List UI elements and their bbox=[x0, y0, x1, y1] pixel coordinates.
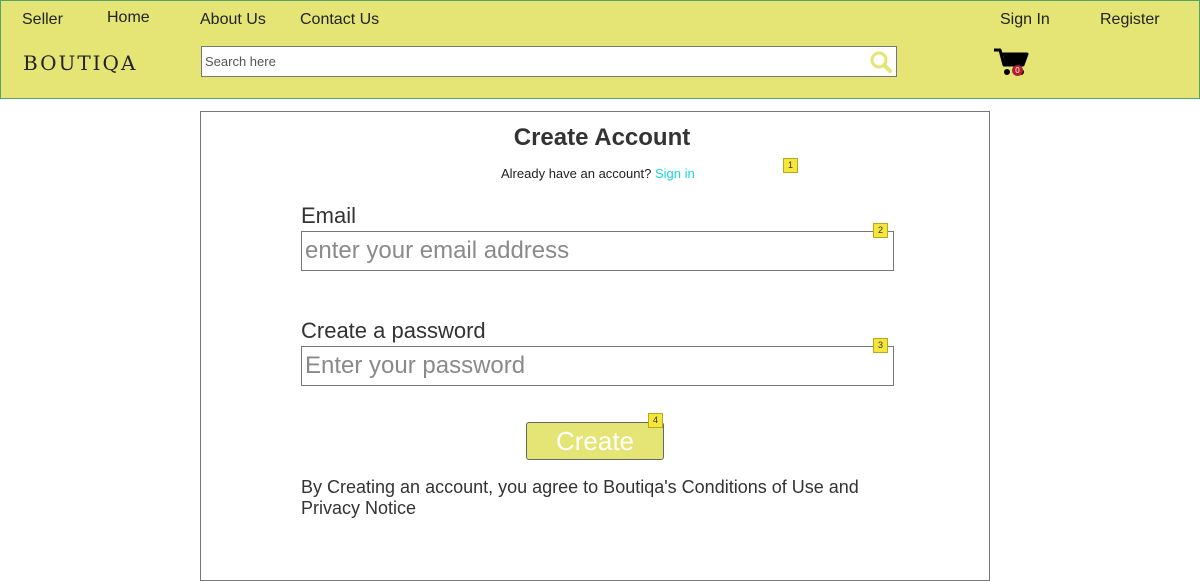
marker-badge: 3 bbox=[873, 338, 888, 353]
page-title: Create Account bbox=[513, 124, 691, 151]
create-account-card: Create Account Already have an account? … bbox=[200, 111, 990, 581]
email-field[interactable] bbox=[301, 231, 894, 271]
search-input[interactable] bbox=[205, 47, 855, 76]
nav-home-link[interactable]: Home bbox=[107, 9, 150, 27]
marker-badge: 4 bbox=[648, 413, 663, 428]
password-label: Create a password bbox=[301, 318, 486, 343]
email-label: Email bbox=[301, 203, 357, 228]
nav-contact-link[interactable]: Contact Us bbox=[300, 11, 379, 29]
sign-in-link[interactable]: Sign in bbox=[655, 166, 695, 181]
brand-logo[interactable]: BOUTIQA bbox=[23, 51, 137, 75]
nav-sign-in-link[interactable]: Sign In bbox=[1000, 11, 1050, 29]
already-account-label: Already have an account? bbox=[501, 166, 652, 181]
search-bar bbox=[201, 46, 897, 77]
marker-badge: 2 bbox=[873, 223, 888, 238]
nav-seller-link[interactable]: Seller bbox=[22, 11, 63, 29]
top-header: Seller Home About Us Contact Us Sign In … bbox=[0, 0, 1200, 99]
search-icon[interactable] bbox=[869, 50, 893, 79]
nav-about-link[interactable]: About Us bbox=[200, 11, 266, 29]
marker-badge: 1 bbox=[783, 158, 798, 173]
cart-button[interactable]: 0 bbox=[993, 47, 1033, 77]
nav-register-link[interactable]: Register bbox=[1100, 11, 1160, 29]
cart-count-badge: 0 bbox=[1012, 65, 1023, 76]
terms-notice: By Creating an account, you agree to Bou… bbox=[301, 477, 859, 518]
password-field[interactable] bbox=[301, 346, 894, 386]
create-button[interactable]: Create bbox=[526, 422, 664, 460]
already-account-text: Already have an account? Sign in bbox=[501, 166, 695, 181]
